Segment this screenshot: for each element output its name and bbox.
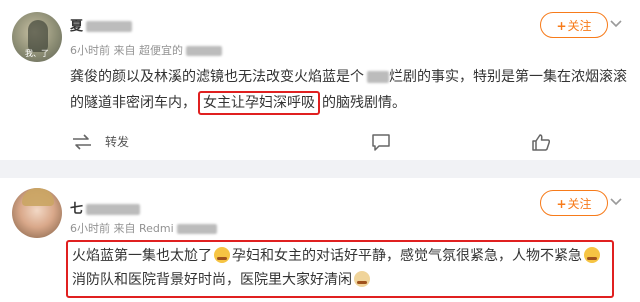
- follow-label: 关注: [567, 197, 592, 211]
- redacted-name: [86, 204, 141, 215]
- post-meta-text: 6小时前 来自 Redmi: [70, 222, 174, 235]
- emoji-icon: [584, 247, 600, 263]
- avatar[interactable]: [12, 188, 62, 238]
- text-line1a: 火焰蓝第一集也太尬了: [72, 248, 212, 264]
- comment-card: 七 6小时前 来自 Redmi +关注 火焰蓝第一集也太尬了 孕妇和女主的对话好平…: [0, 0, 640, 302]
- comment-text: 火焰蓝第一集也太尬了 孕妇和女主的对话好平静，感觉气氛很紧急，人物不紧急 消防队和…: [72, 244, 612, 292]
- avatar-caption: 我、了: [25, 49, 49, 58]
- emoji-icon: [214, 247, 230, 263]
- chevron-down-icon[interactable]: [609, 195, 623, 209]
- follow-button[interactable]: +关注: [540, 190, 608, 216]
- username-text: 七: [70, 202, 84, 217]
- redacted-source: [176, 224, 217, 234]
- text-line1b: 孕妇和女主的对话好平静，感觉气氛很紧急，人物不紧急: [232, 248, 582, 264]
- post-meta: 6小时前 来自 Redmi: [70, 220, 217, 236]
- cat-emoji-icon: [354, 271, 370, 287]
- text-line2: 消防队和医院背景好时尚，医院里大家好清闲: [72, 272, 352, 288]
- username[interactable]: 七: [70, 198, 141, 217]
